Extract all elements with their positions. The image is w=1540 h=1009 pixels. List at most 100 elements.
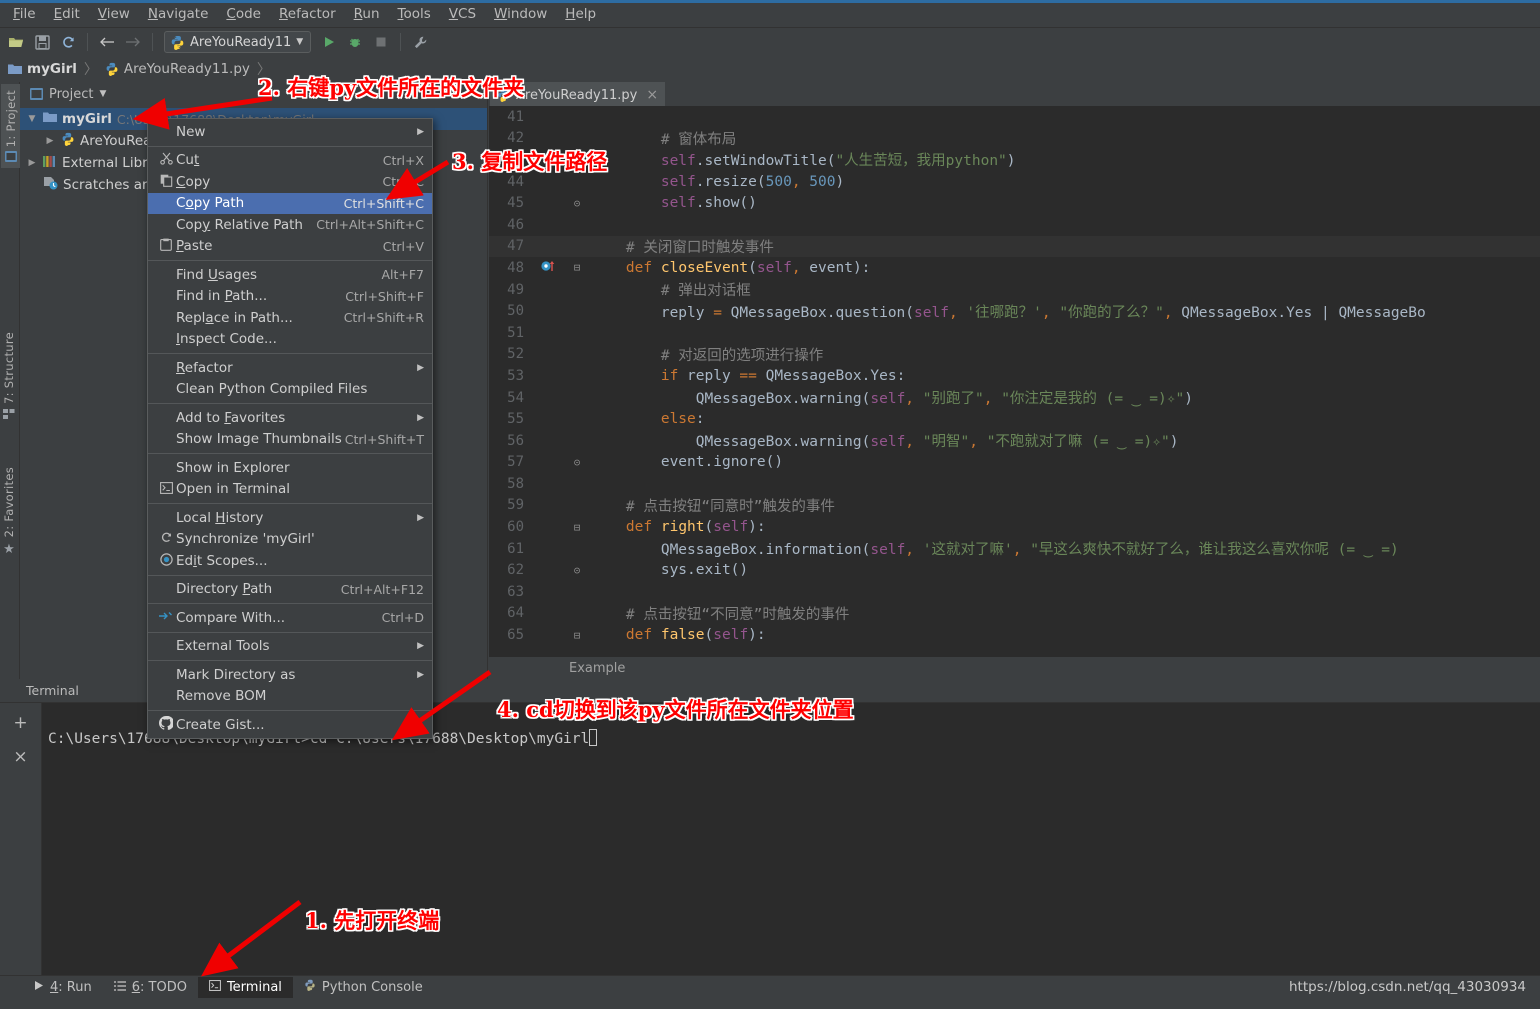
code-text: # 点击按钮“同意时”触发的事件 (625, 498, 835, 515)
menu-item-code[interactable]: Code (217, 3, 270, 25)
code-line: 46 (489, 214, 1540, 236)
gutter-icon[interactable] (533, 259, 563, 277)
code-fold-marker[interactable]: ⊟ (563, 521, 591, 534)
context-menu-item-copy-path[interactable]: Copy Path Ctrl+Shift+C (148, 192, 432, 214)
context-menu-item-inspect-code[interactable]: Inspect Code... (148, 329, 432, 351)
bottom-tab-label: 6: TODO (131, 979, 187, 995)
context-menu-item-mark-directory-as[interactable]: Mark Directory as ▶ (148, 664, 432, 686)
context-menu-item-new[interactable]: New ▶ (148, 121, 432, 143)
anno-1: 1. 先打开终端 (305, 908, 440, 933)
context-menu-item-copy[interactable]: Copy Ctrl+C (148, 171, 432, 193)
chevron-down-icon[interactable]: ▼ (296, 37, 303, 47)
code-fold-marker[interactable]: ⊝ (563, 564, 591, 577)
run-icon (33, 980, 44, 995)
plus-icon[interactable]: + (13, 713, 27, 733)
line-number: 58 (507, 475, 524, 492)
context-menu-item-shortcut: Ctrl+Shift+R (343, 310, 424, 326)
context-menu-item-add-to-favorites[interactable]: Add to Favorites ▶ (148, 407, 432, 429)
anno-2: 2. 右键py文件所在的文件夹 (258, 75, 525, 100)
context-menu-item-show-image-thumbnails[interactable]: Show Image Thumbnails Ctrl+Shift+T (148, 429, 432, 451)
context-menu-item-copy-relative-path[interactable]: Copy Relative Path Ctrl+Alt+Shift+C (148, 214, 432, 236)
context-menu-item-cut[interactable]: Cut Ctrl+X (148, 150, 432, 172)
code-fold-marker[interactable]: ⊟ (563, 261, 591, 274)
breadcrumb-project[interactable]: myGirl (8, 61, 77, 77)
menu-item-navigate[interactable]: Navigate (139, 3, 218, 25)
bottom-tab-6-todo[interactable]: 6: TODO (103, 977, 198, 998)
menu-item-tools[interactable]: Tools (389, 3, 440, 25)
terminal-tab-label[interactable]: Terminal (26, 683, 79, 698)
context-menu-item-label: Edit Scopes... (176, 552, 268, 569)
context-menu-item-show-in-explorer[interactable]: Show in Explorer (148, 457, 432, 479)
code-area[interactable]: 41 42 # 窗体布局 43 self.setWindowTitle("人生苦短… (489, 106, 1540, 657)
editor-breadcrumb-label: Example (569, 660, 626, 676)
context-menu-item-clean-python-compiled-files[interactable]: Clean Python Compiled Files (148, 379, 432, 401)
run-configuration-selector[interactable]: AreYouReady11 ▼ (164, 31, 312, 53)
context-menu-item-synchronize-mygirl[interactable]: Synchronize 'myGirl' (148, 529, 432, 551)
menu-item-refactor[interactable]: Refactor (270, 3, 345, 25)
sidebar-tab-structure[interactable]: 7: Structure (2, 332, 16, 420)
sidebar-tab-project[interactable]: 1: Project (1, 84, 21, 169)
context-menu-item-external-tools[interactable]: External Tools ▶ (148, 636, 432, 658)
context-menu-item-edit-scopes[interactable]: Edit Scopes... (148, 550, 432, 572)
context-menu-item-shortcut: Ctrl+X (382, 152, 424, 168)
chevron-down-icon[interactable]: ▼ (99, 89, 106, 99)
github-icon (156, 716, 176, 733)
code-fold-marker[interactable]: ⊟ (563, 629, 591, 642)
menu-item-run[interactable]: Run (345, 3, 389, 25)
context-menu-item-paste[interactable]: Paste Ctrl+V (148, 236, 432, 258)
sync-icon[interactable] (56, 31, 80, 53)
stop-icon[interactable] (369, 31, 393, 53)
context-menu-item-find-usages[interactable]: Find Usages Alt+F7 (148, 264, 432, 286)
sidebar-tab-favorites-label: 2: Favorites (2, 467, 16, 538)
menu-item-view[interactable]: View (89, 3, 139, 25)
code-text: def closeEvent(self, event): (625, 259, 871, 276)
scissors-icon (156, 152, 176, 168)
save-icon[interactable] (30, 31, 54, 53)
context-menu-item-shortcut: Ctrl+Shift+T (344, 431, 424, 447)
chevron-right-icon[interactable]: ▶ (44, 136, 56, 146)
code-line: 43 self.setWindowTitle("人生苦短，我用python") (489, 149, 1540, 171)
forward-arrow-icon[interactable] (121, 31, 145, 53)
bottom-tab-python-console[interactable]: Python Console (293, 976, 434, 998)
context-menu-item-remove-bom[interactable]: Remove BOM (148, 686, 432, 708)
sidebar-tab-favorites[interactable]: 2: Favorites ★ (2, 467, 16, 557)
chevron-right-icon[interactable]: ▶ (26, 158, 38, 168)
python-icon (171, 35, 184, 50)
terminal-body[interactable]: C:\Users\17688\Desktop\myGirl>cd C:\User… (42, 703, 1540, 975)
editor-breadcrumb: Example (489, 657, 1540, 679)
breadcrumb-file[interactable]: AreYouReady11.py (105, 61, 250, 77)
context-menu-item-directory-path[interactable]: Directory Path Ctrl+Alt+F12 (148, 579, 432, 601)
bottom-tab-4-run[interactable]: 4: Run (22, 977, 103, 998)
scopes-icon (156, 553, 176, 569)
chevron-down-icon[interactable]: ▼ (26, 114, 38, 124)
code-fold-marker[interactable]: ⊝ (563, 456, 591, 469)
context-menu-item-replace-in-path[interactable]: Replace in Path... Ctrl+Shift+R (148, 307, 432, 329)
bottom-tab-terminal[interactable]: Terminal (197, 976, 293, 998)
run-icon[interactable] (317, 31, 341, 53)
code-fold-marker[interactable]: ⊝ (563, 197, 591, 210)
context-menu[interactable]: New ▶ Cut Ctrl+X Copy Ctrl+C Copy Path Ctrl+Shi… (147, 118, 433, 739)
wrench-icon[interactable] (408, 31, 432, 53)
code-line: 41 (489, 106, 1540, 128)
menu-item-edit[interactable]: Edit (45, 3, 89, 25)
context-menu-item-find-in-path[interactable]: Find in Path... Ctrl+Shift+F (148, 286, 432, 308)
menu-item-file[interactable]: File (4, 3, 45, 25)
editor-tab-label: AreYouReady11.py (516, 87, 638, 103)
context-menu-item-create-gist[interactable]: Create Gist... (148, 714, 432, 736)
close-icon[interactable]: × (646, 87, 658, 103)
context-menu-separator (148, 453, 432, 454)
context-menu-item-refactor[interactable]: Refactor ▶ (148, 357, 432, 379)
python-file-icon (61, 132, 75, 150)
close-icon[interactable]: × (13, 747, 27, 767)
menu-item-vcs[interactable]: VCS (440, 3, 485, 25)
debug-icon[interactable] (343, 31, 367, 53)
back-arrow-icon[interactable] (95, 31, 119, 53)
context-menu-item-local-history[interactable]: Local History ▶ (148, 507, 432, 529)
context-menu-item-open-in-terminal[interactable]: Open in Terminal (148, 479, 432, 501)
menu-item-help[interactable]: Help (556, 3, 605, 25)
context-menu-item-compare-with[interactable]: Compare With... Ctrl+D (148, 607, 432, 629)
folder-open-icon[interactable] (4, 31, 28, 53)
menu-item-window[interactable]: Window (485, 3, 556, 25)
